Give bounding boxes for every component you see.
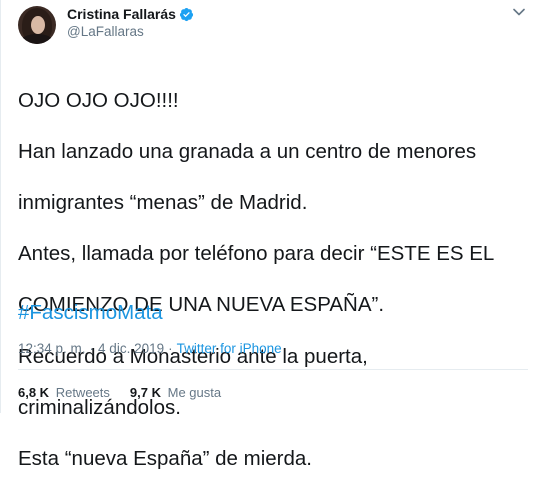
tweet-source-link[interactable]: Twitter for iPhone [177, 341, 282, 356]
verified-badge-icon [179, 7, 193, 21]
likes-stat[interactable]: 9,7 K Me gusta [130, 385, 221, 400]
chevron-down-icon[interactable] [513, 8, 525, 16]
tweet-text: OJO OJO OJO!!!! Han lanzado una granada … [18, 62, 523, 497]
author-avatar[interactable] [18, 6, 56, 44]
retweets-stat[interactable]: 6,8 K Retweets [18, 385, 110, 400]
tweet-timestamp-row: 12:34 p. m. · 4 dic. 2019 · Twitter for … [18, 341, 282, 356]
tweet-text-line: Esta “nueva España” de mierda. [18, 446, 312, 470]
tweet-text-line: Han lanzado una granada a un centro de m… [18, 139, 477, 163]
tweet-text-line: inmigrantes “menas” de Madrid. [18, 190, 308, 214]
retweets-label: Retweets [55, 385, 110, 400]
tweet-stats: 6,8 K Retweets 9,7 K Me gusta [18, 385, 241, 400]
retweets-count: 6,8 K [18, 385, 50, 400]
likes-label: Me gusta [167, 385, 222, 400]
meta-separator: · [168, 341, 173, 356]
tweet-text-line: OJO OJO OJO!!!! [18, 88, 179, 112]
author-display-name[interactable]: Cristina Fallarás [67, 6, 176, 22]
avatar-face [31, 16, 45, 34]
avatar-shoulders [20, 34, 54, 44]
tweet-time[interactable]: 12:34 p. m. [18, 341, 86, 356]
meta-separator: · [89, 341, 95, 356]
stats-divider [18, 369, 528, 370]
tweet-card: Cristina Fallarás @LaFallaras OJO OJO OJ… [0, 0, 543, 470]
hashtag-link[interactable]: #FascismoMata [18, 300, 163, 325]
tweet-date[interactable]: 4 dic. 2019 [98, 341, 164, 356]
author-name-row[interactable]: Cristina Fallarás [67, 6, 194, 22]
likes-count: 9,7 K [129, 385, 161, 400]
author-handle[interactable]: @LaFallaras [67, 24, 144, 39]
tweet-text-line: Antes, llamada por teléfono para decir “… [18, 242, 495, 266]
